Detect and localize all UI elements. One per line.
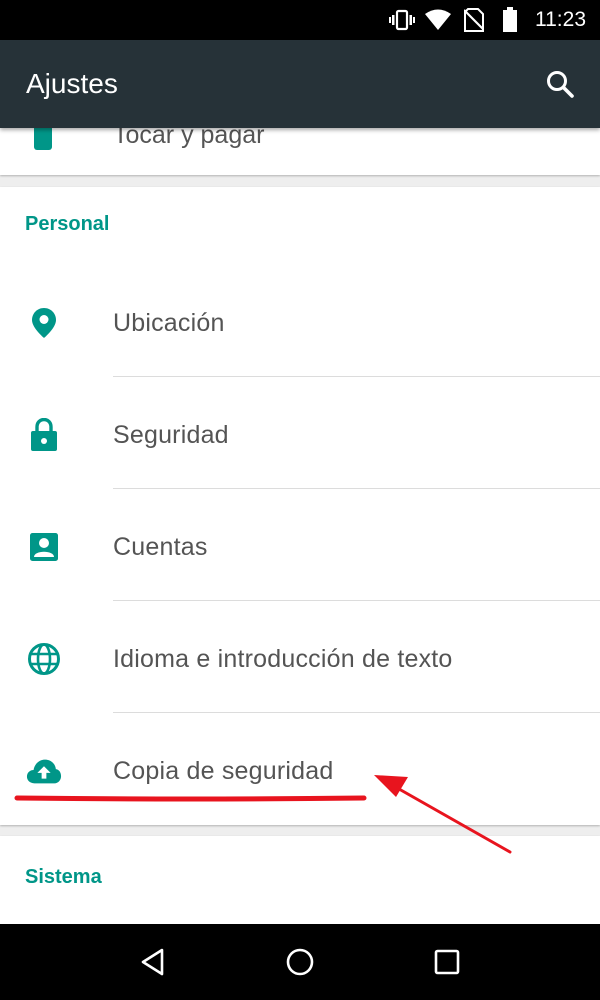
nav-bar [0,924,600,1000]
settings-item-label: Ubicación [113,309,225,337]
cloud-upload-icon [26,753,62,789]
section-header-sistema: Sistema [25,866,102,888]
home-icon [286,948,314,976]
recents-icon [434,949,459,975]
wifi-icon [425,7,451,33]
section-header-personal: Personal [25,213,110,235]
search-button[interactable] [542,66,578,102]
settings-item-ubicacion[interactable]: Ubicación [0,265,600,377]
recents-button[interactable] [422,937,472,987]
settings-item-label: Seguridad [113,421,229,449]
globe-icon [26,641,62,677]
tap-pay-icon [26,128,60,152]
back-button[interactable] [128,937,178,987]
back-icon [142,948,164,976]
settings-item-idioma[interactable]: Idioma e introducción de texto [0,601,600,713]
battery-icon [497,7,523,33]
settings-item-label: Cuentas [113,533,208,561]
card-personal: Personal Ubicación Seguridad Cuentas Idi… [0,187,600,825]
settings-item-tap-pay[interactable]: Tocar y pagar [0,128,600,175]
vibrate-icon [389,7,415,33]
settings-item-label: Idioma e introducción de texto [113,645,453,673]
status-time: 11:23 [535,8,586,31]
status-bar: 11:23 [0,0,600,40]
card-connections: Tocar y pagar [0,128,600,175]
location-icon [26,305,62,341]
settings-item-seguridad[interactable]: Seguridad [0,377,600,489]
search-icon [547,71,574,98]
lock-icon [26,417,62,453]
settings-item-cuentas[interactable]: Cuentas [0,489,600,601]
page-title: Ajustes [26,68,118,99]
settings-list[interactable]: Tocar y pagar Personal Ubicación Segurid… [0,128,600,924]
settings-item-label: Copia de seguridad [113,757,334,785]
no-sim-icon [461,7,487,33]
card-sistema: Sistema [0,836,600,924]
settings-item-copia-seguridad[interactable]: Copia de seguridad [0,713,600,825]
app-bar: Ajustes [0,40,600,128]
settings-item-label: Tocar y pagar [113,128,265,149]
account-box-icon [26,529,62,565]
home-button[interactable] [275,937,325,987]
